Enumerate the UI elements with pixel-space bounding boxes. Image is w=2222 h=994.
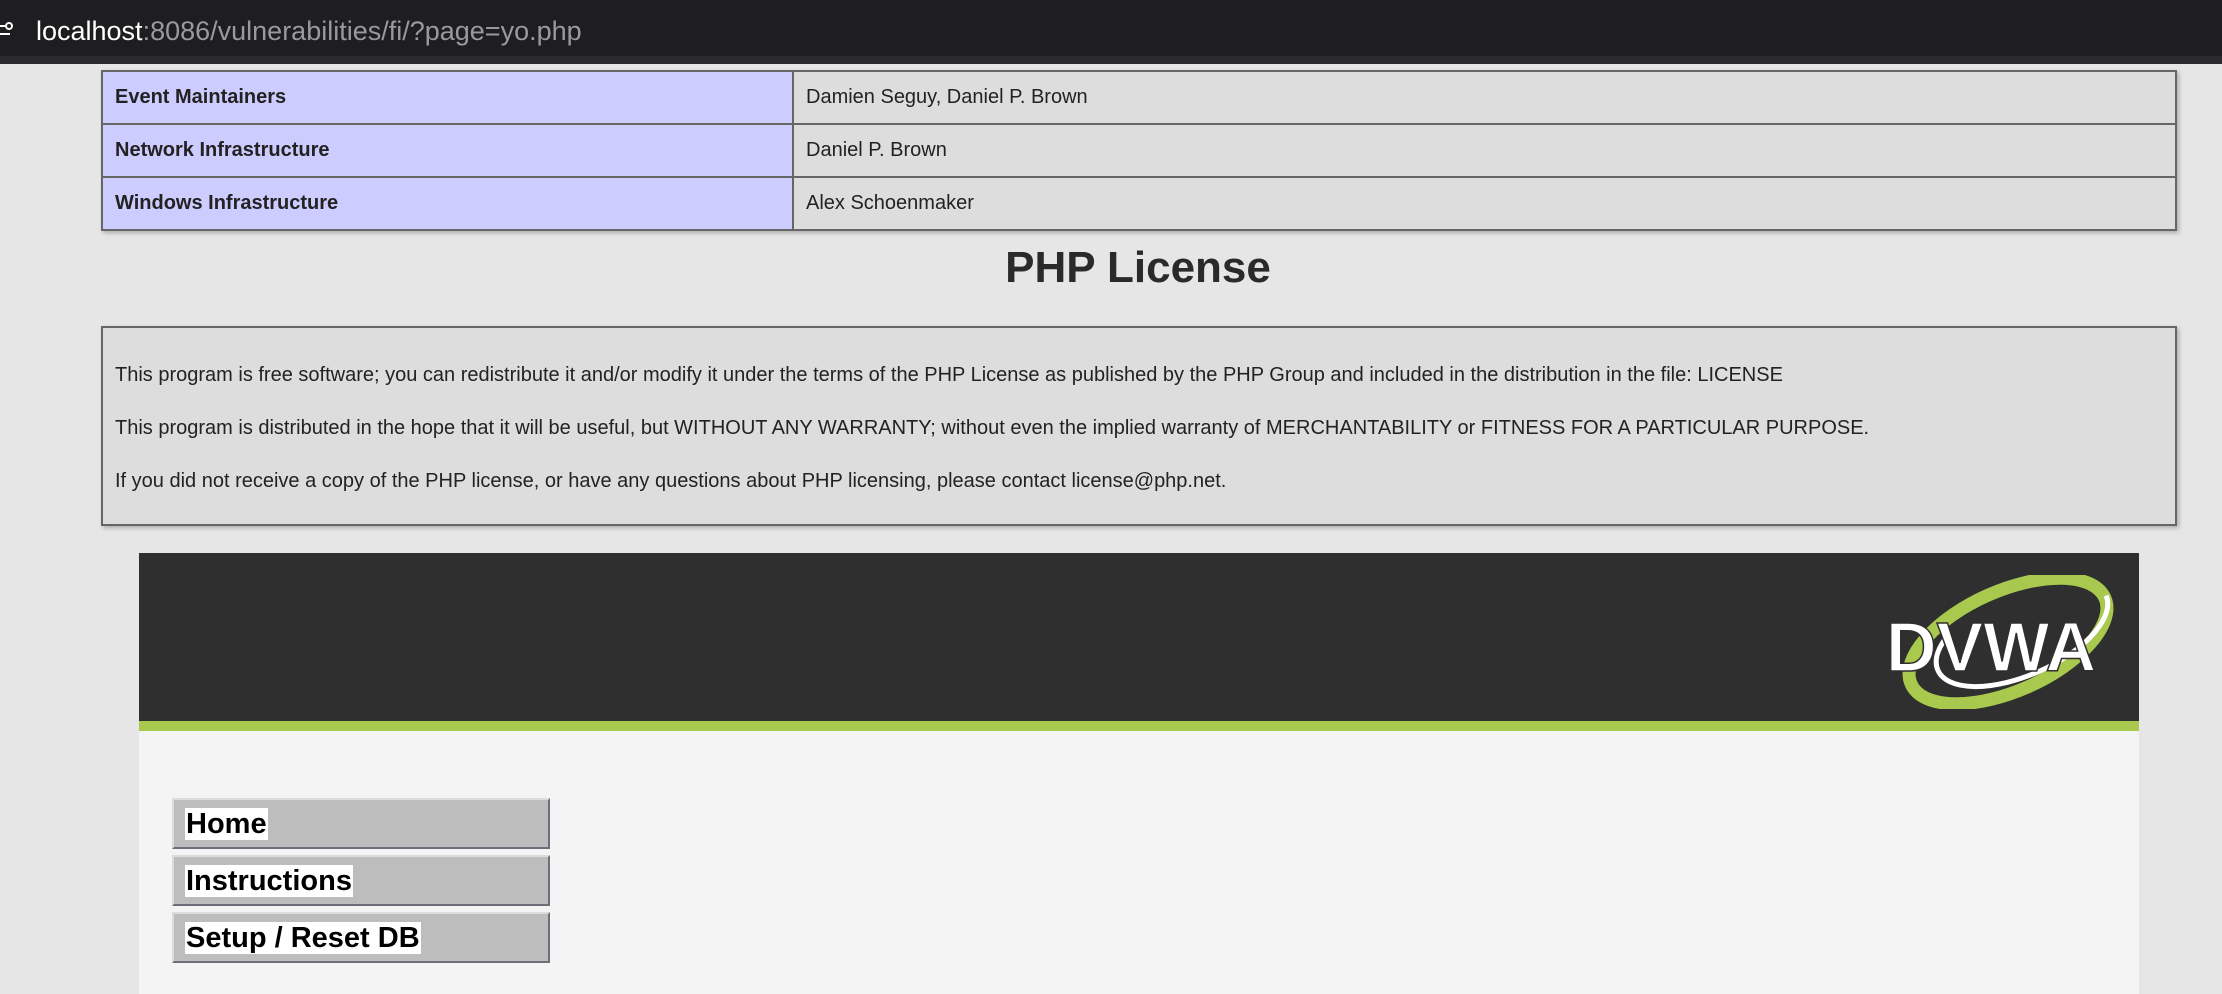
menu-item-instructions[interactable]: Instructions [172, 855, 550, 906]
dvwa-page: DVWA Home Instructions Setup / Reset DB [139, 553, 2139, 994]
table-row: Event Maintainers Damien Seguy, Daniel P… [101, 70, 2177, 125]
url-field[interactable]: localhost:8086/vulnerabilities/fi/?page=… [36, 14, 582, 48]
menu-item-setup-reset-db[interactable]: Setup / Reset DB [172, 912, 550, 963]
svg-text:DVWA: DVWA [1886, 608, 2096, 686]
main-menu: Home Instructions Setup / Reset DB [172, 798, 550, 969]
url-host: localhost [36, 16, 143, 46]
menu-item-label[interactable]: Home [185, 808, 268, 840]
table-row: Windows Infrastructure Alex Schoenmaker [101, 176, 2177, 231]
license-box: This program is free software; you can r… [101, 326, 2177, 526]
credit-role: Event Maintainers [101, 70, 794, 125]
dvwa-header: DVWA [139, 553, 2139, 731]
license-paragraph: This program is distributed in the hope … [115, 417, 1870, 439]
site-settings-icon[interactable] [0, 22, 16, 38]
credit-names: Daniel P. Brown [792, 123, 2177, 178]
menu-item-label[interactable]: Setup / Reset DB [185, 922, 421, 954]
url-path: :8086/vulnerabilities/fi/?page=yo.php [142, 16, 582, 46]
browser-address-bar[interactable]: localhost:8086/vulnerabilities/fi/?page=… [0, 0, 2222, 64]
dvwa-logo: DVWA [1885, 575, 2114, 709]
license-paragraph: If you did not receive a copy of the PHP… [115, 470, 1227, 492]
table-row: Network Infrastructure Daniel P. Brown [101, 123, 2177, 178]
license-heading: PHP License [1005, 243, 1271, 292]
credit-role: Network Infrastructure [101, 123, 794, 178]
license-paragraph: This program is free software; you can r… [115, 364, 1783, 386]
menu-item-home[interactable]: Home [172, 798, 550, 849]
credits-table: Event Maintainers Damien Seguy, Daniel P… [101, 70, 2177, 231]
credit-names: Alex Schoenmaker [792, 176, 2177, 231]
menu-item-label[interactable]: Instructions [185, 865, 353, 897]
credit-role: Windows Infrastructure [101, 176, 794, 231]
credit-names: Damien Seguy, Daniel P. Brown [792, 70, 2177, 125]
